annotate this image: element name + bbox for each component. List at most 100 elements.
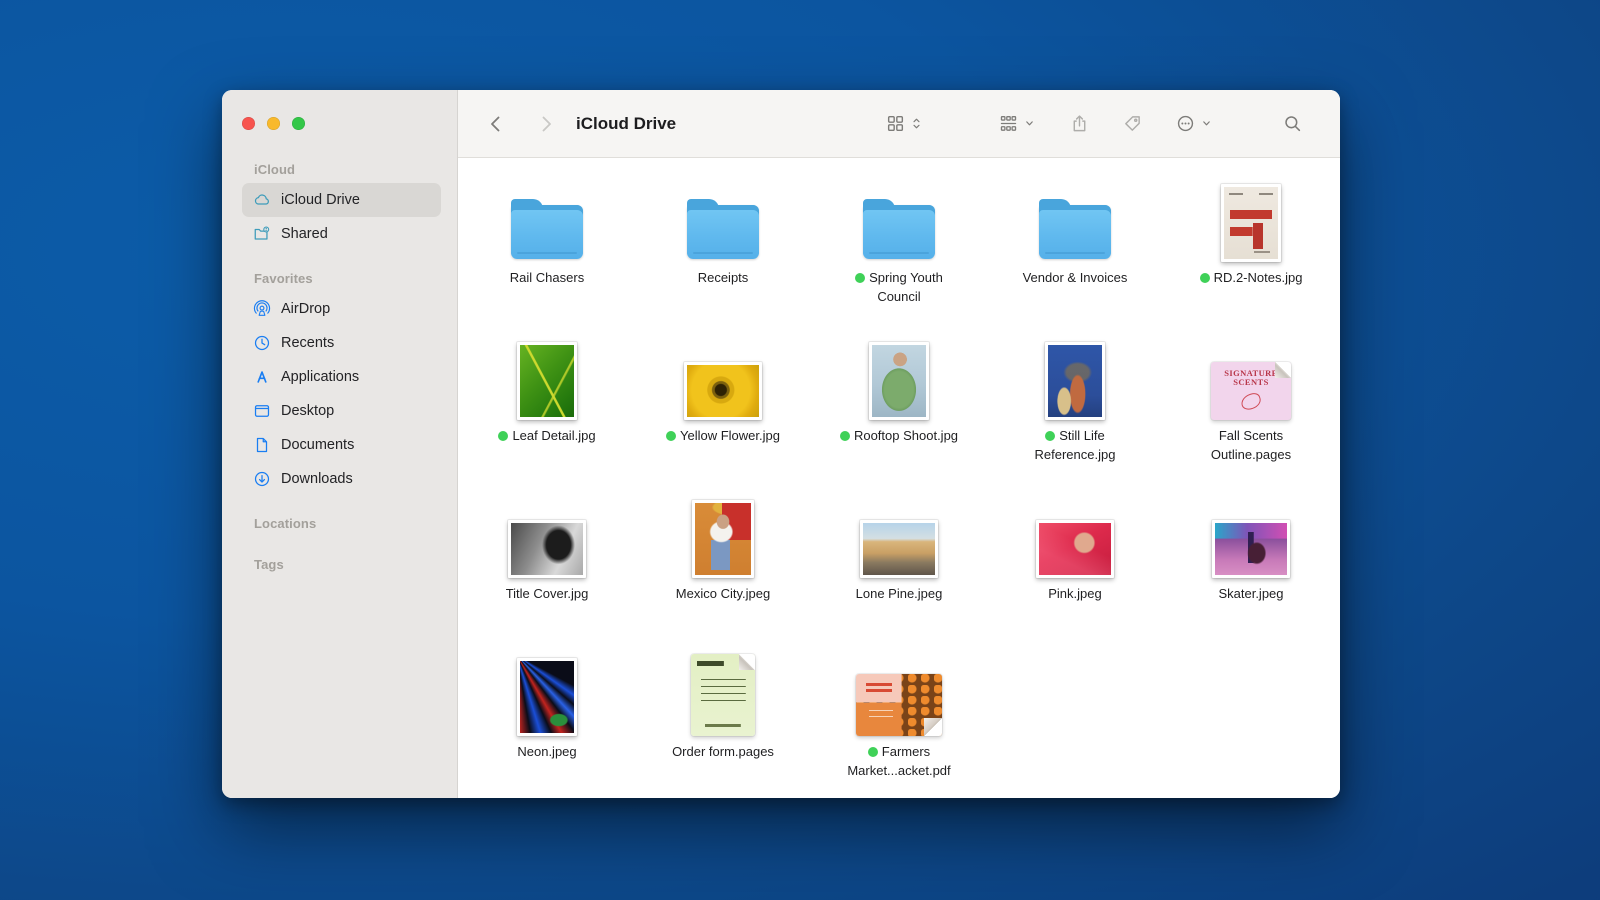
sidebar-section-title: Locations (242, 516, 441, 537)
back-button[interactable] (482, 110, 510, 138)
cloud-icon (253, 191, 271, 209)
file-item[interactable]: Farmers Market...acket.pdf (811, 652, 987, 781)
zoom-button[interactable] (292, 117, 305, 130)
pdf-thumbnail (856, 674, 942, 736)
file-item[interactable]: Rooftop Shoot.jpg (811, 336, 987, 494)
sidebar-item-desktop[interactable]: Desktop (242, 394, 441, 428)
forward-button[interactable] (532, 110, 560, 138)
image-thumbnail (869, 342, 929, 420)
image-thumbnail (1221, 184, 1281, 262)
file-name: RD.2-Notes.jpg (1214, 270, 1303, 285)
image-thumbnail (692, 500, 754, 578)
sidebar-item-documents[interactable]: Documents (242, 428, 441, 462)
file-item[interactable]: Yellow Flower.jpg (635, 336, 811, 494)
file-item[interactable]: SIGNATURE SCENTS Fall Scents Outline.pag… (1163, 336, 1339, 494)
file-label: Rooftop Shoot.jpg (840, 427, 958, 446)
icloud-status-dot (666, 431, 676, 441)
file-item[interactable]: Order form.pages (635, 652, 811, 781)
sidebar-item-icloud-drive[interactable]: iCloud Drive (242, 183, 441, 217)
minimize-button[interactable] (267, 117, 280, 130)
sidebar-item-label: Shared (281, 226, 328, 242)
toolbar-actions (882, 110, 1217, 137)
view-button[interactable] (882, 110, 927, 137)
folder-icon (687, 205, 759, 259)
file-grid[interactable]: Rail Chasers Receipts Spring Youth Counc… (458, 158, 1340, 798)
icloud-status-dot (498, 431, 508, 441)
sidebar-section: Favorites AirDrop Recents Applications D… (242, 271, 441, 496)
file-name: Lone Pine.jpeg (856, 586, 943, 601)
file-label: Spring Youth Council (838, 269, 960, 307)
document-icon (253, 436, 271, 454)
sidebar-item-label: Recents (281, 335, 334, 351)
file-name: Mexico City.jpeg (676, 586, 770, 601)
file-item[interactable]: Lone Pine.jpeg (811, 494, 987, 652)
share-icon (1070, 114, 1089, 133)
pages-thumbnail: SIGNATURE SCENTS (1211, 362, 1291, 420)
file-item[interactable]: Leaf Detail.jpg (459, 336, 635, 494)
file-name: Pink.jpeg (1048, 586, 1101, 601)
file-item[interactable]: Skater.jpeg (1163, 494, 1339, 652)
file-label: Fall Scents Outline.pages (1190, 427, 1312, 465)
sidebar-section: iCloud iCloud Drive Shared (242, 162, 441, 251)
file-item[interactable]: Title Cover.jpg (459, 494, 635, 652)
file-label: Yellow Flower.jpg (666, 427, 780, 446)
file-item[interactable]: Still Life Reference.jpg (987, 336, 1163, 494)
sidebar-item-downloads[interactable]: Downloads (242, 462, 441, 496)
file-item[interactable]: Receipts (635, 178, 811, 336)
toolbar-search (1279, 110, 1306, 138)
file-name: Leaf Detail.jpg (512, 428, 595, 443)
group-button[interactable] (995, 110, 1040, 137)
search-button[interactable] (1279, 110, 1306, 137)
file-name: Rail Chasers (510, 270, 584, 285)
file-row: Neon.jpeg Order form.pages Farmers Marke… (459, 652, 1340, 781)
file-row: Leaf Detail.jpg Yellow Flower.jpg Roofto… (459, 336, 1340, 494)
image-thumbnail (508, 520, 586, 578)
tag-button[interactable] (1119, 110, 1146, 137)
sidebar-item-applications[interactable]: Applications (242, 360, 441, 394)
search-icon (1283, 114, 1302, 133)
chevron-left-icon (486, 114, 506, 134)
sidebar-item-label: Downloads (281, 471, 353, 487)
chevron-down-icon (1200, 117, 1213, 130)
image-thumbnail (860, 520, 938, 578)
grid-icon (886, 114, 905, 133)
file-item[interactable]: Vendor & Invoices (987, 178, 1163, 336)
file-label: Skater.jpeg (1218, 585, 1283, 604)
file-item[interactable]: Rail Chasers (459, 178, 635, 336)
sidebar: iCloud iCloud Drive Shared Favorites Air… (222, 90, 458, 798)
window-controls (242, 117, 441, 130)
file-name: Farmers Market...acket.pdf (847, 744, 950, 778)
file-label: RD.2-Notes.jpg (1200, 269, 1303, 288)
image-thumbnail (1212, 520, 1290, 578)
sidebar-section: Locations (242, 516, 441, 537)
file-item[interactable]: Spring Youth Council (811, 178, 987, 336)
sidebar-item-label: Desktop (281, 403, 334, 419)
ellipsis-circle-icon (1176, 114, 1195, 133)
file-row: Rail Chasers Receipts Spring Youth Counc… (459, 178, 1340, 336)
sidebar-section-title: iCloud (242, 162, 441, 183)
sidebar-item-shared[interactable]: Shared (242, 217, 441, 251)
image-thumbnail (517, 342, 577, 420)
icloud-status-dot (1200, 273, 1210, 283)
file-item[interactable]: RD.2-Notes.jpg (1163, 178, 1339, 336)
file-name: Skater.jpeg (1218, 586, 1283, 601)
shared-folder-icon (253, 225, 271, 243)
sidebar-item-airdrop[interactable]: AirDrop (242, 292, 441, 326)
file-name: Spring Youth Council (869, 270, 943, 304)
file-item[interactable]: Mexico City.jpeg (635, 494, 811, 652)
file-item[interactable]: Pink.jpeg (987, 494, 1163, 652)
group-icon (999, 114, 1018, 133)
window-title: iCloud Drive (576, 114, 676, 134)
file-item[interactable]: Neon.jpeg (459, 652, 635, 781)
share-button[interactable] (1066, 110, 1093, 137)
chevrons-up-down-icon (910, 117, 923, 130)
close-button[interactable] (242, 117, 255, 130)
file-label: Receipts (698, 269, 749, 288)
folder-icon (1039, 205, 1111, 259)
sidebar-item-recents[interactable]: Recents (242, 326, 441, 360)
file-label: Rail Chasers (510, 269, 584, 288)
file-label: Title Cover.jpg (506, 585, 589, 604)
folder-icon (863, 205, 935, 259)
more-button[interactable] (1172, 110, 1217, 137)
file-label: Neon.jpeg (517, 743, 576, 762)
